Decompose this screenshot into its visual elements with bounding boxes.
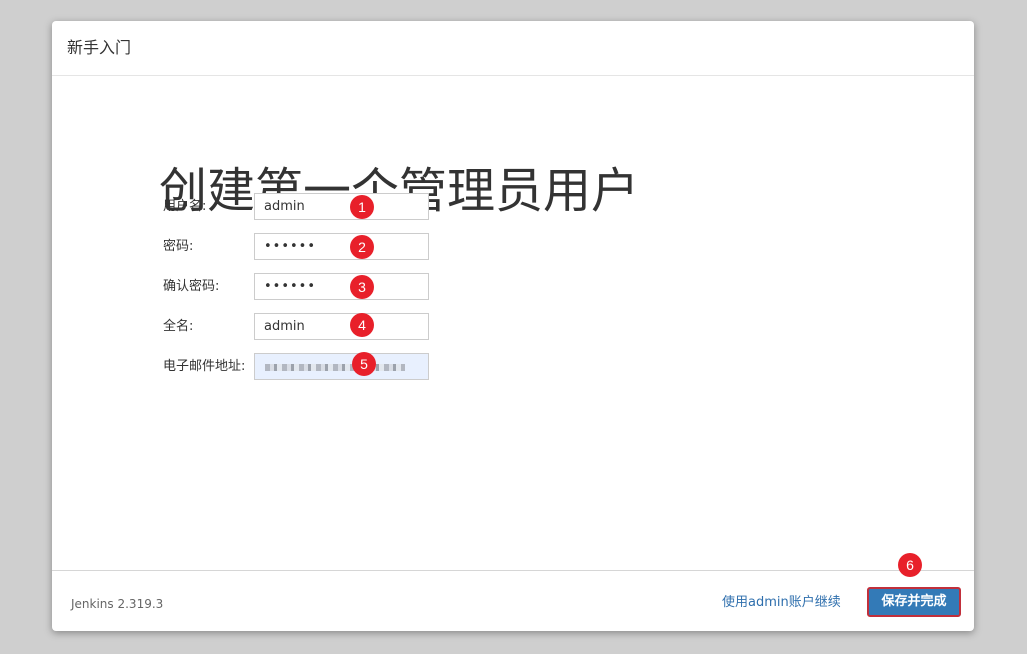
step-marker-1: 1 (350, 195, 374, 219)
step-marker-5: 5 (352, 352, 376, 376)
confirm-password-label: 确认密码: (163, 279, 220, 294)
step-marker-3: 3 (350, 275, 374, 299)
username-row: 用户名: (163, 193, 443, 221)
step-marker-2: 2 (350, 235, 374, 259)
dialog-footer: Jenkins 2.319.3 使用admin账户继续 6 保存并完成 (52, 553, 974, 631)
step-marker-4: 4 (350, 313, 374, 337)
version-label: Jenkins 2.319.3 (71, 597, 164, 611)
fullname-input[interactable] (254, 313, 429, 340)
email-redacted-value (265, 364, 405, 371)
email-row: 电子邮件地址: (163, 353, 443, 381)
confirm-password-row: 确认密码: (163, 273, 443, 301)
continue-as-admin-link[interactable]: 使用admin账户继续 (722, 594, 841, 612)
email-input[interactable] (254, 353, 429, 380)
password-label: 密码: (163, 239, 194, 254)
username-input[interactable] (254, 193, 429, 220)
step-marker-6: 6 (898, 553, 922, 577)
password-input[interactable] (254, 233, 429, 260)
save-and-finish-button[interactable]: 保存并完成 (867, 587, 961, 617)
fullname-label: 全名: (163, 319, 194, 334)
dialog-header: 新手入门 (52, 21, 974, 76)
dialog-title: 新手入门 (67, 38, 132, 57)
password-row: 密码: (163, 233, 443, 261)
confirm-password-input[interactable] (254, 273, 429, 300)
username-label: 用户名: (163, 199, 207, 214)
email-label: 电子邮件地址: (163, 359, 246, 374)
fullname-row: 全名: (163, 313, 443, 341)
setup-wizard-dialog: 新手入门 创建第一个管理员用户 用户名: 密码: 确认密码: 全名: 电子邮件地… (52, 21, 974, 631)
